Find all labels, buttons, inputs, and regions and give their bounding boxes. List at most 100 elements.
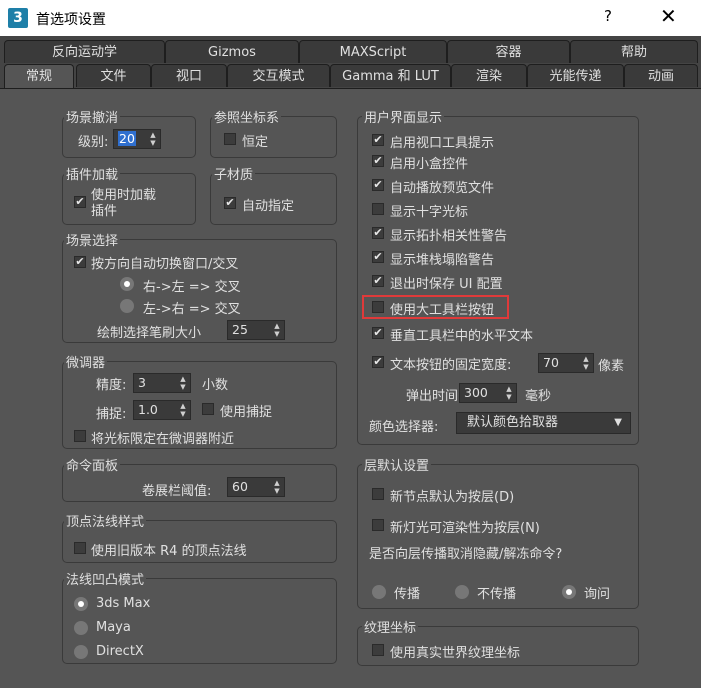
command-panel-title: 命令面板	[64, 455, 121, 474]
constant-checkbox[interactable]	[224, 133, 236, 145]
snap-spinner[interactable]: 1.0 ▲ ▼	[133, 400, 191, 420]
autoplay-preview-checkbox[interactable]: ✔	[372, 179, 384, 191]
viewport-tooltips-checkbox[interactable]: ✔	[372, 134, 384, 146]
stack-collapse-checkbox[interactable]: ✔	[372, 251, 384, 263]
wrap-cursor-label: 将光标限定在微调器附近	[91, 432, 235, 447]
bump-maya-radio[interactable]	[74, 621, 88, 635]
tab-files[interactable]: 文件	[76, 64, 151, 87]
bump-directx-radio[interactable]	[74, 645, 88, 659]
ask-radio[interactable]	[562, 585, 576, 599]
spinner-arrows-icon[interactable]: ▲ ▼	[272, 479, 282, 495]
propagate-label: 传播	[394, 587, 421, 602]
horizontal-text-checkbox[interactable]: ✔	[372, 327, 384, 339]
brush-size-label: 绘制选择笔刷大小	[97, 326, 202, 341]
topology-warning-checkbox[interactable]: ✔	[372, 227, 384, 239]
chevron-down-icon: ▼	[614, 417, 622, 428]
viewcube-label: 启用小盒控件	[390, 157, 469, 172]
wrap-cursor-checkbox[interactable]	[74, 430, 86, 442]
auto-switch-label: 按方向自动切换窗口/交叉	[91, 257, 239, 272]
new-nodes-checkbox[interactable]	[372, 488, 384, 500]
bump-3dsmax-radio[interactable]	[74, 597, 88, 611]
propagate-question: 是否向层传播取消隐藏/解冻命令?	[369, 547, 563, 562]
left-right-radio[interactable]	[120, 299, 134, 313]
spinner-arrows-icon[interactable]: ▲ ▼	[148, 131, 158, 147]
title-bar: 3 首选项设置 ? ✕	[0, 0, 701, 36]
spinner-arrows-icon[interactable]: ▲ ▼	[504, 385, 514, 401]
use-snap-label: 使用捕捉	[220, 405, 273, 420]
tab-interaction-mode[interactable]: 交互模式	[227, 64, 330, 87]
ms-label: 毫秒	[525, 389, 552, 404]
precision-value: 3	[138, 375, 146, 390]
spinner-arrows-icon[interactable]: ▲ ▼	[272, 322, 282, 338]
use-snap-checkbox[interactable]	[202, 403, 214, 415]
real-world-label: 使用真实世界纹理坐标	[390, 646, 521, 661]
fixed-width-value: 70	[543, 355, 559, 370]
crosshair-checkbox[interactable]	[372, 203, 384, 215]
tab-ik[interactable]: 反向运动学	[4, 40, 165, 63]
level-label: 级别:	[78, 135, 109, 150]
tab-viewports[interactable]: 视口	[151, 64, 227, 87]
precision-spinner[interactable]: 3 ▲ ▼	[133, 373, 191, 393]
brush-size-spinner[interactable]: 25 ▲ ▼	[227, 320, 285, 340]
viewport-tooltips-label: 启用视口工具提示	[390, 136, 495, 151]
crosshair-label: 显示十字光标	[390, 205, 469, 220]
flyout-time-spinner[interactable]: 300 ▲ ▼	[459, 383, 517, 403]
tab-help[interactable]: 帮助	[570, 40, 698, 63]
tab-containers[interactable]: 容器	[447, 40, 570, 63]
help-button[interactable]: ?	[604, 7, 612, 25]
tab-radiosity[interactable]: 光能传递	[527, 64, 624, 87]
bump-directx-label: DirectX	[96, 644, 144, 659]
brush-size-value: 25	[232, 322, 248, 337]
no-propagate-label: 不传播	[477, 587, 517, 602]
bump-maya-label: Maya	[96, 620, 131, 635]
ask-label: 询问	[584, 587, 611, 602]
tab-gamma-lut[interactable]: Gamma 和 LUT	[330, 64, 451, 87]
real-world-checkbox[interactable]	[372, 644, 384, 656]
fixed-width-label: 文本按钮的固定宽度:	[390, 358, 512, 373]
spinner-arrows-icon[interactable]: ▲ ▼	[581, 355, 591, 371]
sub-material-title: 子材质	[212, 164, 256, 183]
new-lights-checkbox[interactable]	[372, 519, 384, 531]
legacy-normals-checkbox[interactable]	[74, 542, 86, 554]
color-picker-select[interactable]: 默认颜色拾取器 ▼	[456, 412, 631, 434]
auto-assign-checkbox[interactable]: ✔	[224, 197, 236, 209]
tab-gizmos[interactable]: Gizmos	[165, 40, 299, 63]
fixed-width-spinner[interactable]: 70 ▲ ▼	[538, 353, 594, 373]
save-ui-config-checkbox[interactable]: ✔	[372, 275, 384, 287]
scene-undo-title: 场景撤消	[64, 107, 121, 126]
ui-display-title: 用户界面显示	[362, 107, 445, 126]
app-logo-icon: 3	[8, 8, 28, 28]
tab-maxscript[interactable]: MAXScript	[299, 40, 447, 63]
level-value: 20	[118, 131, 136, 146]
spinner-title: 微调器	[64, 352, 108, 371]
auto-assign-label: 自动指定	[242, 199, 295, 214]
rollup-threshold-spinner[interactable]: 60 ▲ ▼	[227, 477, 285, 497]
new-lights-label: 新灯光可渲染性为按层(N)	[390, 521, 540, 536]
spinner-arrows-icon[interactable]: ▲ ▼	[178, 402, 188, 418]
snap-label: 捕捉:	[96, 407, 127, 422]
bump-mode-title: 法线凹凸模式	[64, 569, 147, 588]
plugin-load-title: 插件加载	[64, 164, 121, 183]
auto-switch-checkbox[interactable]: ✔	[74, 256, 86, 268]
right-left-radio[interactable]	[120, 277, 134, 291]
no-propagate-radio[interactable]	[455, 585, 469, 599]
texture-coords-title: 纹理坐标	[362, 617, 419, 636]
tab-animation[interactable]: 动画	[624, 64, 698, 87]
close-icon[interactable]: ✕	[660, 4, 677, 28]
layer-defaults-title: 层默认设置	[362, 455, 432, 474]
window-title: 首选项设置	[36, 12, 106, 28]
vertex-normal-title: 顶点法线样式	[64, 511, 147, 530]
right-left-label: 右->左 => 交叉	[143, 280, 241, 295]
level-spinner[interactable]: 20 ▲ ▼	[113, 129, 161, 149]
spinner-arrows-icon[interactable]: ▲ ▼	[178, 375, 188, 391]
bump-3dsmax-label: 3ds Max	[96, 596, 151, 611]
new-nodes-label: 新节点默认为按层(D)	[390, 490, 515, 505]
tab-general[interactable]: 常规	[4, 64, 74, 89]
propagate-radio[interactable]	[372, 585, 386, 599]
color-picker-value: 默认颜色拾取器	[467, 415, 559, 430]
legacy-normals-label: 使用旧版本 R4 的顶点法线	[91, 544, 247, 559]
viewcube-checkbox[interactable]: ✔	[372, 155, 384, 167]
fixed-width-checkbox[interactable]: ✔	[372, 356, 384, 368]
tab-rendering[interactable]: 渲染	[451, 64, 527, 87]
load-on-use-checkbox[interactable]: ✔	[74, 196, 86, 208]
